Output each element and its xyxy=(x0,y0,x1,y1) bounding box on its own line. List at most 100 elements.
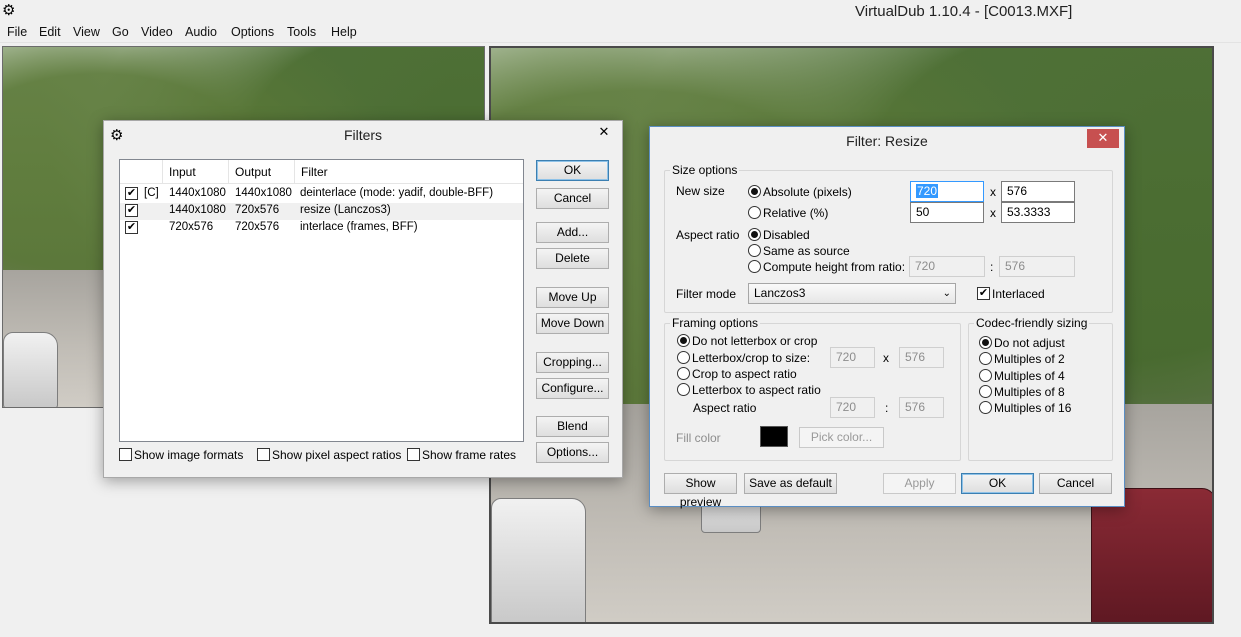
menu-go[interactable]: Go xyxy=(112,25,129,39)
cancel-button[interactable]: Cancel xyxy=(536,188,609,209)
title-bar: ⚙ VirtualDub 1.10.4 - [C0013.MXF] xyxy=(0,0,1241,22)
filter-enable-checkbox[interactable]: ✔ xyxy=(125,221,138,234)
blend-button[interactable]: Blend xyxy=(536,416,609,437)
aspect-disabled-radio[interactable] xyxy=(748,228,761,241)
colon-separator: : xyxy=(990,260,994,274)
interlaced-checkbox[interactable]: ✔ xyxy=(977,287,990,300)
add-filter-button[interactable]: Add... xyxy=(536,222,609,243)
move-down-button[interactable]: Move Down xyxy=(536,313,609,334)
filter-name: interlace (frames, BFF) xyxy=(300,221,418,233)
pick-color-button[interactable]: Pick color... xyxy=(799,427,884,448)
menu-tools[interactable]: Tools xyxy=(287,25,316,39)
show-pixel-aspect-checkbox[interactable] xyxy=(257,448,270,461)
menu-help[interactable]: Help xyxy=(331,25,357,39)
resize-dialog-title: Filter: Resize xyxy=(846,133,928,149)
letterbox-height-input[interactable]: 576 xyxy=(899,347,944,368)
aspect-compute-label: Compute height from ratio: xyxy=(763,260,906,274)
menu-edit[interactable]: Edit xyxy=(39,25,61,39)
cropping-button[interactable]: Cropping... xyxy=(536,352,609,373)
letterbox-aspect-radio[interactable] xyxy=(677,383,690,396)
filters-dialog-title: Filters xyxy=(343,127,383,143)
x-separator: x xyxy=(990,185,996,199)
aspect-compute-radio[interactable] xyxy=(748,260,761,273)
resize-dialog-titlebar[interactable]: Filter: Resize ✕ xyxy=(650,127,1124,155)
absolute-size-radio[interactable] xyxy=(748,185,761,198)
column-header-output[interactable]: Output xyxy=(228,160,293,184)
aspect-same-source-radio[interactable] xyxy=(748,244,761,257)
filter-input-size: 1440x1080 xyxy=(169,187,226,199)
options-button[interactable]: Options... xyxy=(536,442,609,463)
fill-color-swatch[interactable] xyxy=(760,426,788,447)
relative-width-input[interactable]: 50 xyxy=(910,202,984,223)
ok-button[interactable]: OK xyxy=(961,473,1034,494)
absolute-width-input[interactable]: 720 xyxy=(910,181,984,202)
menu-options[interactable]: Options xyxy=(231,25,274,39)
codec-multiples-4-radio[interactable] xyxy=(979,369,992,382)
framing-aspect-ratio-label: Aspect ratio xyxy=(693,401,757,415)
framing-aspect-width-input[interactable]: 720 xyxy=(830,397,875,418)
close-icon[interactable]: ✕ xyxy=(1087,129,1119,148)
filter-enable-checkbox[interactable]: ✔ xyxy=(125,187,138,200)
filter-list[interactable]: Input Output Filter ✔ [C] 1440x1080 1440… xyxy=(119,159,524,442)
save-default-button[interactable]: Save as default xyxy=(744,473,837,494)
letterbox-size-radio[interactable] xyxy=(677,351,690,364)
menu-view[interactable]: View xyxy=(73,25,100,39)
x-separator: x xyxy=(990,206,996,220)
video-frame-car xyxy=(3,332,58,407)
close-icon[interactable]: ✕ xyxy=(589,123,619,142)
cancel-button[interactable]: Cancel xyxy=(1039,473,1112,494)
aspect-disabled-label: Disabled xyxy=(763,228,810,242)
crop-aspect-radio[interactable] xyxy=(677,367,690,380)
table-row[interactable]: ✔ 720x576 720x576 interlace (frames, BFF… xyxy=(120,220,523,237)
codec-option-label: Multiples of 16 xyxy=(994,401,1072,415)
crop-aspect-label: Crop to aspect ratio xyxy=(692,367,797,381)
relative-size-radio[interactable] xyxy=(748,206,761,219)
video-frame-car xyxy=(1091,488,1212,622)
codec-option-label: Multiples of 8 xyxy=(994,385,1065,399)
letterbox-width-input[interactable]: 720 xyxy=(830,347,875,368)
configure-button[interactable]: Configure... xyxy=(536,378,609,399)
show-frame-rates-checkbox[interactable] xyxy=(407,448,420,461)
codec-multiples-16-radio[interactable] xyxy=(979,401,992,414)
codec-multiples-8-radio[interactable] xyxy=(979,385,992,398)
gear-icon[interactable]: ⚙ xyxy=(2,3,18,19)
codec-option-label: Do not adjust xyxy=(994,336,1065,350)
filters-dialog-titlebar[interactable]: ⚙ Filters ✕ xyxy=(104,121,622,149)
colon-separator: : xyxy=(885,401,889,415)
chevron-down-icon: ⌄ xyxy=(942,288,951,299)
show-image-formats-label: Show image formats xyxy=(134,448,244,462)
filter-enable-checkbox[interactable]: ✔ xyxy=(125,204,138,217)
aspect-ratio-height-input[interactable]: 576 xyxy=(999,256,1075,277)
menu-bar: File Edit View Go Video Audio Options To… xyxy=(0,22,1241,43)
show-image-formats-checkbox[interactable] xyxy=(119,448,132,461)
column-header-filter[interactable]: Filter xyxy=(294,160,524,184)
column-header-input[interactable]: Input xyxy=(162,160,227,184)
aspect-ratio-width-input[interactable]: 720 xyxy=(909,256,985,277)
no-letterbox-label: Do not letterbox or crop xyxy=(692,334,818,348)
filter-output-size: 720x576 xyxy=(235,204,280,216)
relative-height-input[interactable]: 53.3333 xyxy=(1001,202,1075,223)
codec-option-label: Multiples of 2 xyxy=(994,352,1065,366)
apply-button[interactable]: Apply xyxy=(883,473,956,494)
ok-button[interactable]: OK xyxy=(536,160,609,181)
table-row[interactable]: ✔ [C] 1440x1080 1440x1080 deinterlace (m… xyxy=(120,186,523,203)
size-options-title: Size options xyxy=(670,163,740,177)
move-up-button[interactable]: Move Up xyxy=(536,287,609,308)
menu-audio[interactable]: Audio xyxy=(185,25,217,39)
filter-output-size: 1440x1080 xyxy=(235,187,292,199)
filters-dialog: ⚙ Filters ✕ Input Output Filter ✔ [C] 14… xyxy=(103,120,623,478)
codec-option-label: Multiples of 4 xyxy=(994,369,1065,383)
absolute-height-input[interactable]: 576 xyxy=(1001,181,1075,202)
show-preview-button[interactable]: Show preview xyxy=(664,473,737,509)
menu-file[interactable]: File xyxy=(7,25,27,39)
window-title: VirtualDub 1.10.4 - [C0013.MXF] xyxy=(855,3,1073,20)
menu-video[interactable]: Video xyxy=(141,25,173,39)
no-letterbox-radio[interactable] xyxy=(677,334,690,347)
delete-filter-button[interactable]: Delete xyxy=(536,248,609,269)
table-row[interactable]: ✔ 1440x1080 720x576 resize (Lanczos3) xyxy=(120,203,523,220)
framing-aspect-height-input[interactable]: 576 xyxy=(899,397,944,418)
filter-mode-select[interactable]: Lanczos3 ⌄ xyxy=(748,283,956,304)
codec-no-adjust-radio[interactable] xyxy=(979,336,992,349)
filter-list-header: Input Output Filter xyxy=(120,160,523,184)
codec-multiples-2-radio[interactable] xyxy=(979,352,992,365)
